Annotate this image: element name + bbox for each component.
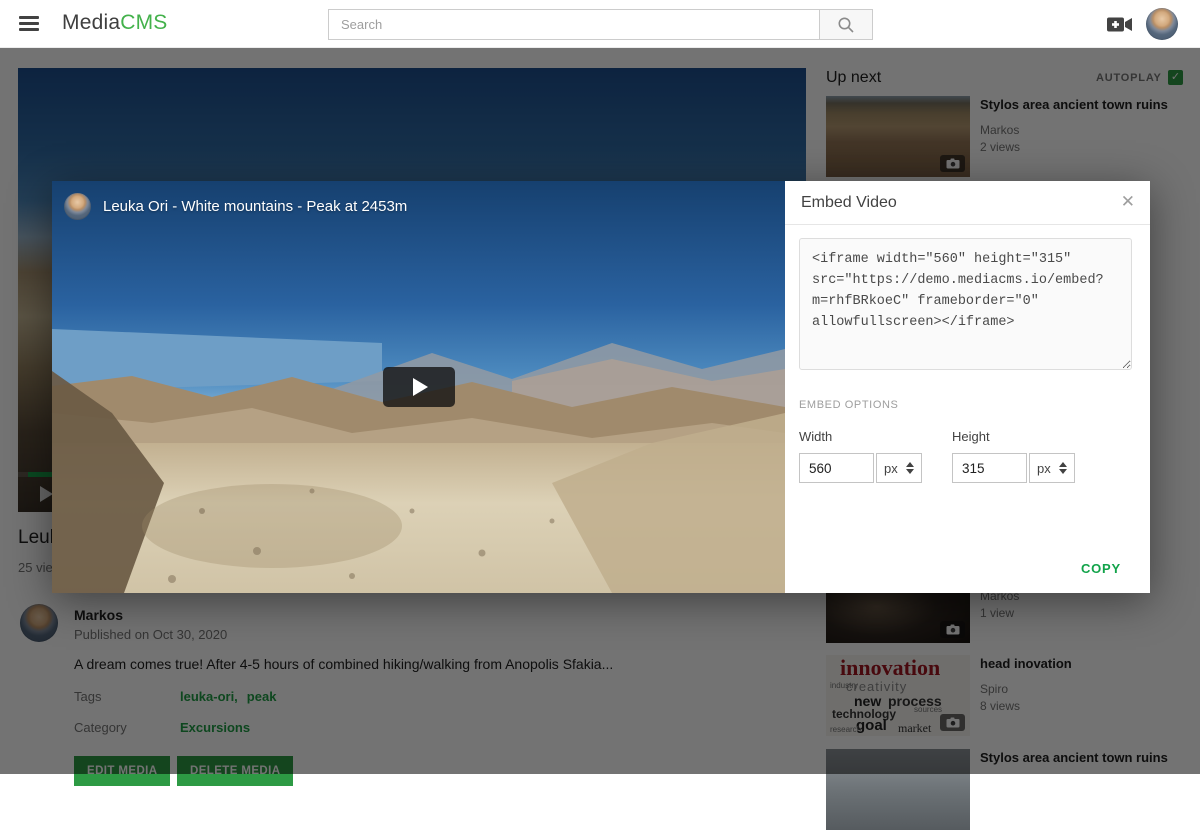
top-header: MediaCMS — [0, 0, 1200, 48]
spinner-icon — [906, 462, 914, 474]
height-field: Height px — [952, 429, 1075, 483]
menu-icon[interactable] — [19, 16, 39, 32]
embed-player-title: Leuka Ori - White mountains - Peak at 24… — [103, 198, 407, 215]
spinner-icon — [1059, 462, 1067, 474]
width-label: Width — [799, 429, 922, 444]
embed-options-label: EMBED OPTIONS — [799, 399, 1136, 411]
search-icon — [837, 16, 855, 34]
width-field: Width px — [799, 429, 922, 483]
height-unit-value: px — [1037, 461, 1051, 476]
modal-title: Embed Video — [801, 194, 897, 212]
height-unit-select[interactable]: px — [1029, 453, 1075, 483]
embed-video-modal: Leuka Ori - White mountains - Peak at 24… — [52, 181, 1150, 593]
uploader-avatar — [64, 193, 91, 220]
width-input[interactable] — [799, 453, 874, 483]
modal-header: Embed Video ✕ — [785, 181, 1150, 225]
embed-play-button[interactable] — [383, 367, 455, 407]
embed-options-panel: Embed Video ✕ <iframe width="560" height… — [785, 181, 1150, 593]
play-icon — [413, 378, 428, 396]
logo-media: Media — [62, 11, 120, 34]
width-unit-select[interactable]: px — [876, 453, 922, 483]
logo-cms: CMS — [120, 11, 167, 34]
height-label: Height — [952, 429, 1075, 444]
close-icon[interactable]: ✕ — [1121, 192, 1135, 212]
modal-body: <iframe width="560" height="315" src="ht… — [785, 225, 1150, 496]
height-input[interactable] — [952, 453, 1027, 483]
search-bar — [328, 9, 873, 40]
upload-media-button[interactable] — [1106, 15, 1134, 34]
search-button[interactable] — [820, 9, 873, 40]
app-logo[interactable]: MediaCMS — [62, 11, 167, 35]
embed-preview-player: Leuka Ori - White mountains - Peak at 24… — [52, 181, 785, 593]
embed-player-header: Leuka Ori - White mountains - Peak at 24… — [64, 193, 407, 220]
width-unit-value: px — [884, 461, 898, 476]
search-input[interactable] — [328, 9, 820, 40]
videocam-plus-icon — [1106, 15, 1134, 34]
embed-code-textarea[interactable]: <iframe width="560" height="315" src="ht… — [799, 238, 1132, 370]
copy-button[interactable]: COPY — [1081, 561, 1121, 576]
size-fields: Width px Height px — [799, 429, 1136, 483]
user-avatar[interactable] — [1146, 8, 1178, 40]
